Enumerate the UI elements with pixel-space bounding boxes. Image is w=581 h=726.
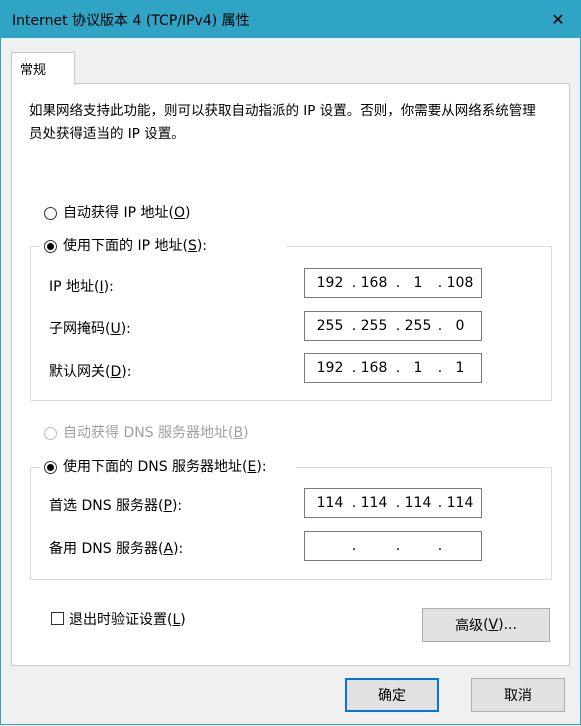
octet: 114 (316, 495, 344, 511)
ip-address-field[interactable]: 192 . 168 . 1 . 108 (304, 268, 482, 298)
window-title: Internet 协议版本 4 (TCP/IPv4) 属性 (12, 13, 250, 29)
cancel-button-label: 取消 (504, 688, 532, 704)
octet: 168 (360, 360, 388, 376)
radio-manual-ip-wrapper[interactable]: 使用下面的 IP 地址(S): (40, 234, 286, 258)
preferred-dns-label: 首选 DNS 服务器(P): (49, 498, 183, 514)
description-text: 如果网络支持此功能，则可以获取自动指派的 IP 设置。否则，你需要从网络系统管理… (29, 103, 536, 142)
ip-address-label: IP 地址(I): (49, 279, 114, 295)
radio-manual-dns[interactable] (44, 461, 57, 474)
octet-dot: . (437, 538, 443, 554)
octet: 0 (455, 318, 465, 334)
validate-checkbox[interactable] (51, 612, 64, 625)
ok-button[interactable]: 确定 (345, 678, 439, 712)
radio-auto-ip-label[interactable]: 自动获得 IP 地址(O) (63, 202, 190, 222)
radio-manual-ip-label[interactable]: 使用下面的 IP 地址(S): (63, 235, 207, 255)
close-icon: ✕ (551, 9, 565, 29)
octet: 255 (360, 318, 388, 334)
radio-manual-dns-wrapper[interactable]: 使用下面的 DNS 服务器地址(E): (40, 455, 296, 479)
cancel-button[interactable]: 取消 (471, 678, 565, 712)
octet: 114 (360, 495, 388, 511)
octet: 114 (404, 495, 432, 511)
radio-manual-dns-label[interactable]: 使用下面的 DNS 服务器地址(E): (63, 456, 267, 476)
radio-auto-dns[interactable] (44, 427, 57, 440)
title-bar: Internet 协议版本 4 (TCP/IPv4) 属性 ✕ (0, 0, 581, 38)
octet: 192 (316, 275, 344, 291)
alternate-dns-field[interactable]: . . . (304, 531, 482, 561)
preferred-dns-field[interactable]: 114 . 114 . 114 . 114 (304, 488, 482, 518)
validate-checkbox-label[interactable]: 退出时验证设置(L) (69, 609, 186, 629)
alternate-dns-label: 备用 DNS 服务器(A): (49, 541, 184, 557)
radio-auto-dns-label[interactable]: 自动获得 DNS 服务器地址(B) (63, 422, 249, 442)
octet: 1 (455, 360, 465, 376)
gateway-label: 默认网关(D): (49, 364, 132, 380)
ok-button-label: 确定 (378, 688, 406, 704)
octet: 192 (316, 360, 344, 376)
octet: 255 (404, 318, 432, 334)
radio-manual-ip[interactable] (44, 240, 57, 253)
advanced-button-label: 高级 (455, 618, 484, 634)
octet-dot: . (351, 538, 357, 554)
tab-general[interactable]: 常规 (11, 52, 75, 85)
dns-group-box (30, 467, 552, 580)
octet: 114 (446, 495, 474, 511)
octet: 168 (360, 275, 388, 291)
octet: 1 (413, 360, 423, 376)
advanced-button[interactable]: 高级(V)... (422, 608, 550, 642)
advanced-button-suffix: ... (503, 617, 517, 633)
gateway-field[interactable]: 192 . 168 . 1 . 1 (304, 353, 482, 383)
advanced-button-accel: V (488, 617, 499, 633)
subnet-mask-field[interactable]: 255 . 255 . 255 . 0 (304, 311, 482, 341)
octet: 1 (413, 275, 423, 291)
octet-dot: . (395, 538, 401, 554)
close-button[interactable]: ✕ (535, 0, 581, 38)
octet: 108 (446, 275, 474, 291)
radio-auto-ip[interactable] (44, 207, 57, 220)
tab-general-label: 常规 (20, 63, 47, 78)
octet: 255 (316, 318, 344, 334)
subnet-mask-label: 子网掩码(U): (49, 321, 131, 337)
